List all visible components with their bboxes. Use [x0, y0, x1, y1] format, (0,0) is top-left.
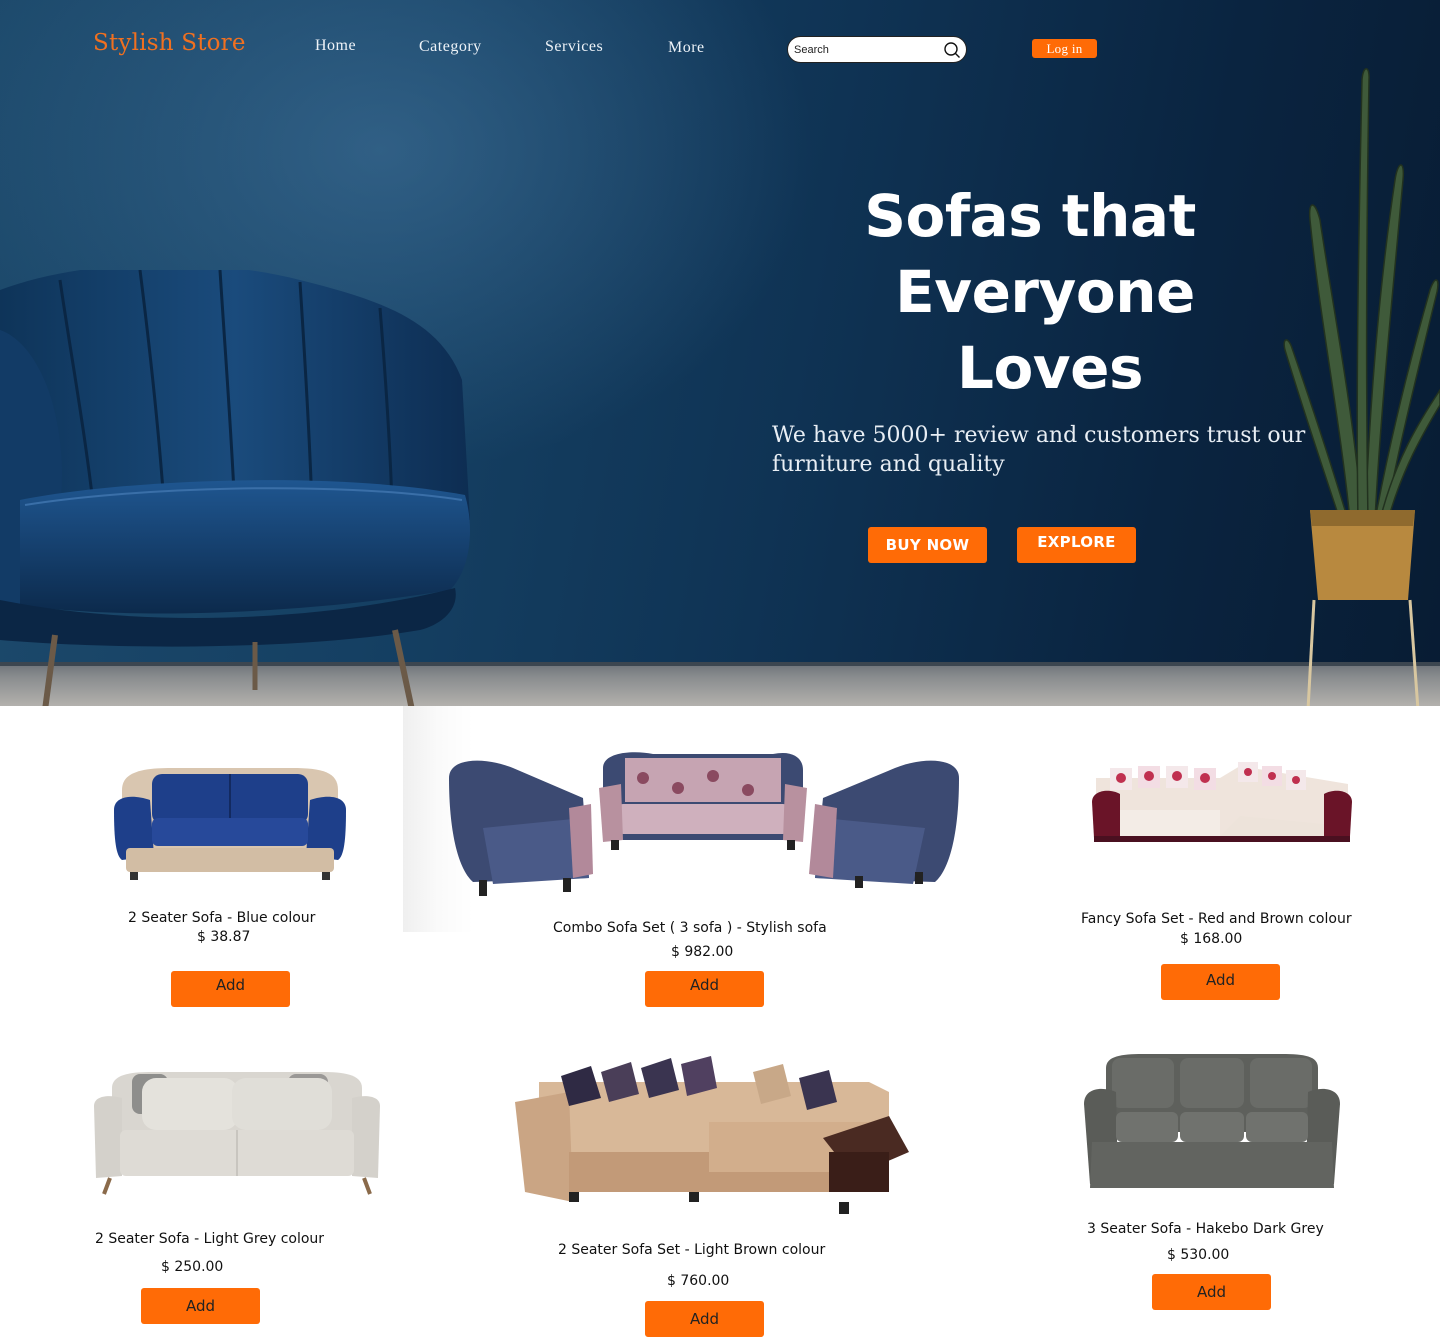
product-image[interactable]: [509, 1052, 921, 1224]
add-to-cart-button[interactable]: Add: [645, 971, 764, 1007]
nav-category[interactable]: Category: [419, 38, 482, 56]
add-to-cart-button[interactable]: Add: [1161, 964, 1280, 1000]
product-image[interactable]: [1082, 1052, 1342, 1192]
product-image[interactable]: [1090, 758, 1354, 850]
product-price: $ 982.00: [671, 944, 734, 960]
explore-button[interactable]: EXPLORE: [1017, 527, 1136, 563]
product-price: $ 760.00: [667, 1273, 730, 1289]
product-name: Combo Sofa Set ( 3 sofa ) - Stylish sofa: [553, 920, 827, 936]
product-name: 2 Seater Sofa - Light Grey colour: [95, 1231, 325, 1247]
product-name: Fancy Sofa Set - Red and Brown colour: [1081, 911, 1352, 927]
hero-banner: Stylish Store Home Category Services Mor…: [0, 0, 1440, 706]
search-icon[interactable]: [943, 41, 961, 59]
add-to-cart-button[interactable]: Add: [1152, 1274, 1271, 1310]
product-name: 2 Seater Sofa - Blue colour: [128, 910, 316, 926]
plant-image: [1283, 68, 1440, 706]
nav-home[interactable]: Home: [315, 37, 356, 55]
product-name: 2 Seater Sofa Set - Light Brown colour: [558, 1242, 826, 1258]
hero-subtitle: We have 5000+ review and customers trust…: [772, 421, 1332, 479]
hero-title-line: Everyone: [895, 258, 1195, 326]
hero-subtitle-line: furniture and quality: [772, 452, 1005, 477]
search-input[interactable]: [794, 41, 939, 58]
add-to-cart-button[interactable]: Add: [645, 1301, 764, 1337]
product-price: $ 530.00: [1167, 1247, 1230, 1263]
search-box: [787, 36, 967, 63]
product-image[interactable]: [92, 1066, 382, 1196]
hero-subtitle-line: We have 5000+ review and customers trust…: [772, 423, 1306, 448]
add-to-cart-button[interactable]: Add: [141, 1288, 260, 1324]
armchair-image: [0, 270, 470, 706]
product-image[interactable]: [112, 760, 348, 882]
product-price: $ 38.87: [197, 929, 251, 945]
brand-logo[interactable]: Stylish Store: [93, 30, 246, 56]
product-image[interactable]: [443, 748, 965, 898]
product-name: 3 Seater Sofa - Hakebo Dark Grey: [1087, 1221, 1324, 1237]
product-price: $ 250.00: [161, 1259, 224, 1275]
login-button[interactable]: Log in: [1032, 39, 1097, 58]
hero-title-line: Loves: [957, 334, 1143, 402]
nav-more[interactable]: More: [668, 39, 705, 57]
buy-now-button[interactable]: BUY NOW: [868, 527, 987, 563]
nav-services[interactable]: Services: [545, 38, 603, 56]
hero-title-line: Sofas that: [864, 182, 1196, 250]
product-price: $ 168.00: [1180, 931, 1243, 947]
add-to-cart-button[interactable]: Add: [171, 971, 290, 1007]
hero-title: Sofas that Everyone Loves: [800, 178, 1260, 406]
